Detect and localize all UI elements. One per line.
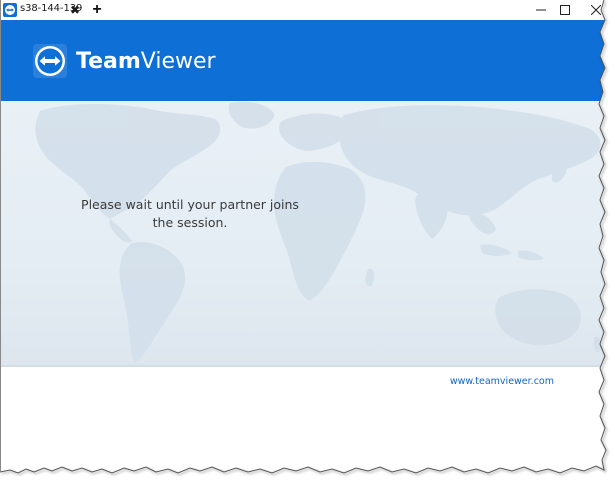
world-map-image xyxy=(35,101,602,363)
teamviewer-logo-icon xyxy=(3,3,17,17)
footer: www.teamviewer.com xyxy=(0,367,606,472)
close-window-button[interactable] xyxy=(577,0,606,20)
teamviewer-logo-icon xyxy=(33,44,67,78)
waiting-message: Please wait until your partner joins the… xyxy=(81,197,299,230)
teamviewer-window: s38-144-139 ✖ + TeamViewer Please wait u… xyxy=(0,0,606,472)
brand-light: Viewer xyxy=(140,49,216,74)
tab-bar: s38-144-139 ✖ + xyxy=(0,0,606,21)
tab-close-icon[interactable]: ✖ xyxy=(70,2,80,18)
website-link[interactable]: www.teamviewer.com xyxy=(450,376,554,387)
close-icon xyxy=(590,4,602,16)
brand-header: TeamViewer xyxy=(0,20,606,101)
session-tab[interactable]: s38-144-139 ✖ xyxy=(0,0,84,20)
brand-bold: Team xyxy=(76,49,141,74)
brand-wordmark: TeamViewer xyxy=(76,50,216,74)
maximize-icon xyxy=(560,5,570,15)
new-tab-button[interactable]: + xyxy=(88,0,106,20)
minimize-icon xyxy=(536,9,546,11)
world-map-background xyxy=(0,101,606,367)
